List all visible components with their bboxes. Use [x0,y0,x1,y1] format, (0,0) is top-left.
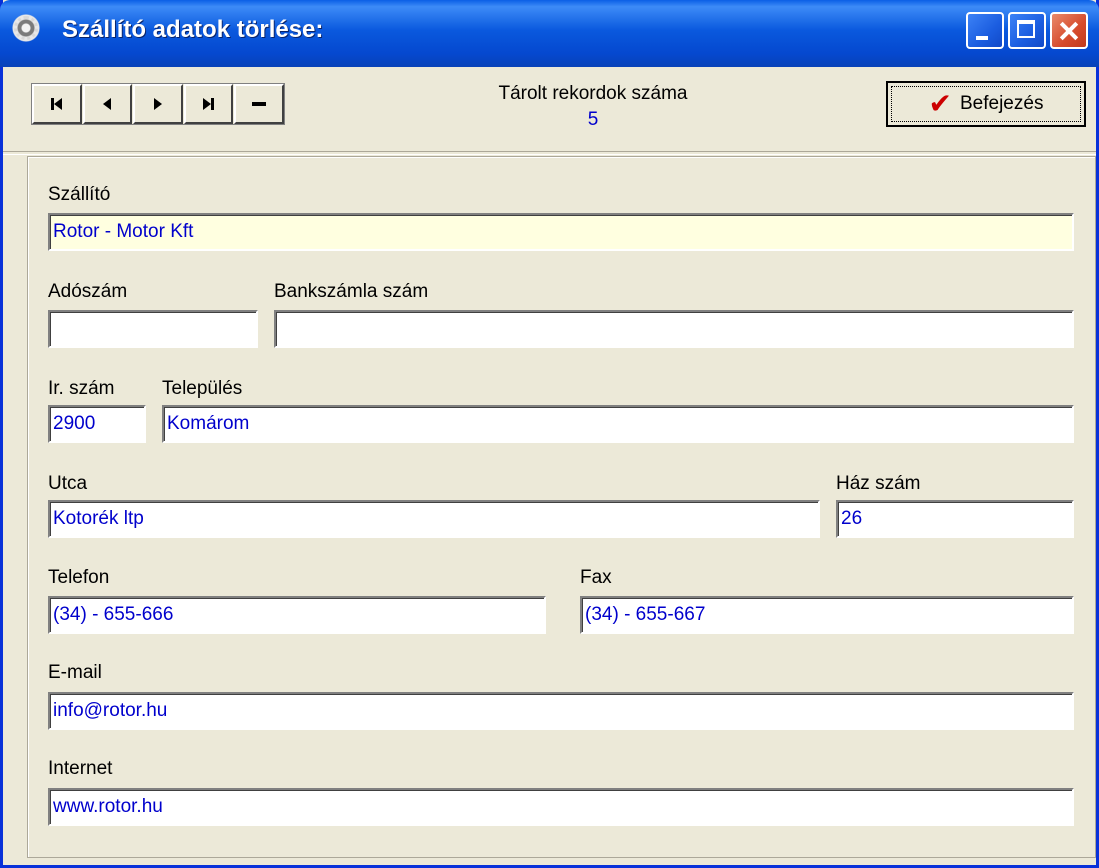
toolbar: Tárolt rekordok száma 5 ✔ Befejezés [3,67,1096,147]
next-record-icon [153,98,162,110]
first-record-icon [51,98,63,110]
next-record-button[interactable] [133,84,183,124]
house-number-label: Ház szám [836,473,921,494]
tax-number-label: Adószám [48,281,128,302]
first-record-button[interactable] [32,84,82,124]
finish-button[interactable]: ✔ Befejezés [886,81,1086,127]
internet-label: Internet [48,758,113,779]
house-number-field[interactable]: 26 [836,500,1074,538]
previous-record-icon [103,98,112,110]
previous-record-button[interactable] [82,84,133,124]
last-record-button[interactable] [183,84,234,124]
delete-record-button[interactable] [234,84,284,124]
tax-number-field[interactable] [48,310,258,348]
street-field[interactable]: Kotorék ltp [48,500,820,538]
records-label: Tárolt rekordok száma [498,83,688,104]
zip-field[interactable]: 2900 [48,405,146,443]
form-panel: Szállító Rotor - Motor Kft Adószám Banks… [27,156,1096,858]
last-record-icon [203,98,215,110]
supplier-label: Szállító [48,184,111,205]
close-button[interactable] [1050,12,1088,49]
window: Szállító adatok törlése: Tárolt rekordok [0,0,1099,868]
bank-account-label: Bankszámla szám [274,281,429,302]
supplier-field[interactable]: Rotor - Motor Kft [48,213,1074,251]
minimize-button[interactable] [966,12,1004,49]
bank-account-field[interactable] [274,310,1074,348]
maximize-button[interactable] [1008,12,1046,49]
phone-field[interactable]: (34) - 655-666 [48,596,546,634]
street-label: Utca [48,473,88,494]
checkmark-icon: ✔ [928,88,952,119]
title-bar[interactable]: Szállító adatok törlése: [0,0,1099,67]
phone-label: Telefon [48,567,110,588]
email-field[interactable]: info@rotor.hu [48,692,1074,730]
zip-label: Ir. szám [48,378,115,399]
city-field[interactable]: Komárom [162,405,1074,443]
delete-record-icon [252,102,267,106]
records-count: 5 [587,109,599,130]
email-label: E-mail [48,662,102,683]
fax-field[interactable]: (34) - 655-667 [580,596,1074,634]
record-count-info: Tárolt rekordok száma 5 [443,83,743,131]
internet-field[interactable]: www.rotor.hu [48,788,1074,826]
city-label: Település [162,378,243,399]
finish-button-label: Befejezés [960,93,1044,114]
gear-icon [12,14,40,42]
fax-label: Fax [580,567,612,588]
record-navigator [31,83,285,125]
window-title: Szállító adatok törlése: [62,16,324,43]
divider [3,151,1096,155]
